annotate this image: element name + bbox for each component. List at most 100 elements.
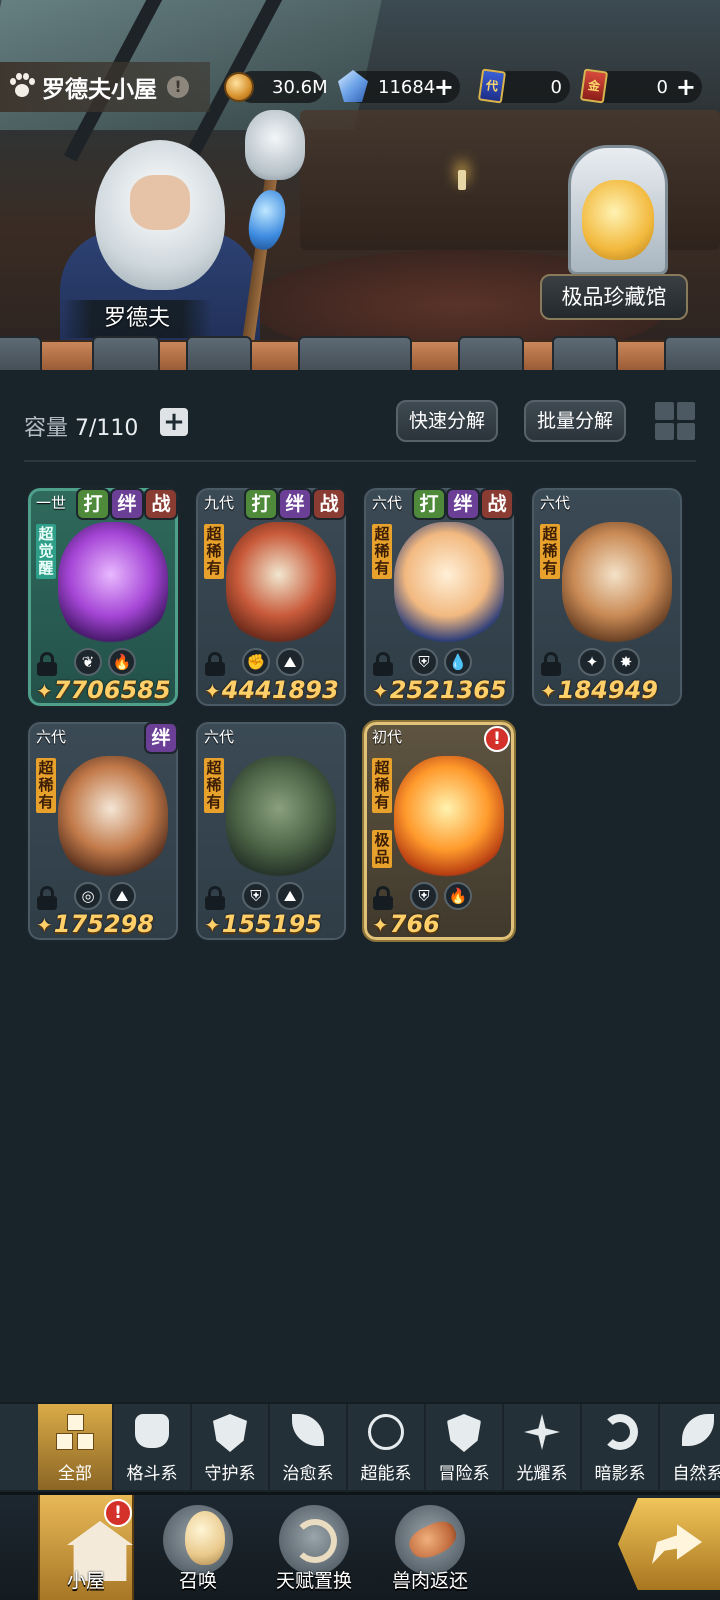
filter-fighting[interactable]: 格斗系 bbox=[114, 1404, 192, 1490]
plank-clamp bbox=[458, 336, 524, 370]
bottom-nav: ! 小屋 召唤 天赋置换 兽肉返还 bbox=[0, 1492, 720, 1600]
museum-button[interactable]: 极品珍藏馆 bbox=[540, 274, 688, 320]
pet-card[interactable]: 六代打绊战超稀有 ⛨ 💧 ✦2521365 bbox=[362, 486, 516, 708]
lock-icon[interactable] bbox=[204, 652, 226, 676]
pet-power: ✦175298 bbox=[36, 910, 154, 938]
filter-shadow[interactable]: 暗影系 bbox=[582, 1404, 660, 1490]
premium-badge: 极品 bbox=[372, 830, 392, 868]
filter-guardian[interactable]: 守护系 bbox=[192, 1404, 270, 1490]
pet-portrait bbox=[58, 522, 168, 647]
psychic-icon: ◎ bbox=[74, 882, 102, 910]
adventure-icon bbox=[445, 1414, 483, 1452]
plank-clamp bbox=[552, 336, 618, 370]
filter-adventure[interactable]: 冒险系 bbox=[426, 1404, 504, 1490]
paw-power-icon: ✦ bbox=[372, 913, 389, 937]
shield-icon bbox=[211, 1414, 249, 1452]
earth-icon: ⛰ bbox=[276, 648, 304, 676]
pet-power: ✦184949 bbox=[540, 676, 658, 704]
info-icon[interactable]: ! bbox=[167, 76, 189, 98]
paw-power-icon: ✦ bbox=[204, 913, 221, 937]
all-squares-icon bbox=[56, 1414, 94, 1452]
tag-bond: 绊 bbox=[278, 488, 312, 520]
plank-clamp bbox=[92, 336, 160, 370]
owl bbox=[245, 110, 305, 180]
pet-tags: 绊 bbox=[144, 722, 178, 754]
coin-value: 30.6M bbox=[272, 76, 328, 98]
nav-talent-swap[interactable]: 天赋置换 bbox=[266, 1495, 362, 1600]
filter-nature[interactable]: 自然系 bbox=[660, 1404, 720, 1490]
pet-card[interactable]: 初代超稀有极品 ⛨ 🔥 ✦766! bbox=[362, 720, 516, 942]
plank-clamp bbox=[298, 336, 412, 370]
plank-clamp bbox=[186, 336, 252, 370]
lock-icon[interactable] bbox=[372, 652, 394, 676]
pet-power: ✦155195 bbox=[204, 910, 322, 938]
alert-badge: ! bbox=[484, 726, 510, 752]
star-icon: ✸ bbox=[612, 648, 640, 676]
capacity-label: 容量 7/110 bbox=[24, 416, 139, 441]
pet-portrait bbox=[394, 756, 504, 881]
pet-tags: 打绊战 bbox=[76, 488, 178, 520]
quick-decompose-button[interactable]: 快速分解 bbox=[396, 400, 498, 442]
nature-icon bbox=[679, 1414, 717, 1452]
pet-tags: 打绊战 bbox=[244, 488, 346, 520]
lock-icon[interactable] bbox=[540, 652, 562, 676]
batch-decompose-button[interactable]: 批量分解 bbox=[524, 400, 626, 442]
crystal-add-button[interactable]: + bbox=[434, 71, 454, 103]
tag-fight: 打 bbox=[76, 488, 110, 520]
pet-generation: 六代 bbox=[204, 728, 235, 746]
nav-meat-return[interactable]: 兽肉返还 bbox=[382, 1495, 478, 1600]
fist-icon: ✊ bbox=[242, 648, 270, 676]
filter-light[interactable]: 光耀系 bbox=[504, 1404, 582, 1490]
plank-clamp bbox=[0, 336, 42, 370]
rarity-badge: 超稀有 bbox=[204, 524, 224, 579]
lock-icon[interactable] bbox=[36, 886, 58, 910]
sparkle-icon: ✦ bbox=[578, 648, 606, 676]
paw-power-icon: ✦ bbox=[372, 679, 389, 703]
pet-portrait bbox=[562, 522, 672, 647]
tag-war: 战 bbox=[144, 488, 178, 520]
red-card-add-button[interactable]: + bbox=[676, 71, 696, 103]
pet-generation: 初代 bbox=[372, 728, 403, 746]
tag-bond: 绊 bbox=[144, 722, 178, 754]
nav-hut[interactable]: ! 小屋 bbox=[38, 1495, 134, 1600]
pet-power: ✦7706585 bbox=[36, 676, 171, 704]
pet-card[interactable]: 九代打绊战超稀有 ✊ ⛰ ✦4441893 bbox=[194, 486, 348, 708]
red-card-icon: 金 bbox=[579, 68, 609, 104]
hut-alert-badge: ! bbox=[104, 1499, 132, 1527]
capacity-value: 7/110 bbox=[75, 416, 139, 441]
add-capacity-button[interactable]: + bbox=[160, 408, 188, 436]
room-title: 罗德夫小屋 bbox=[42, 77, 157, 103]
pet-card[interactable]: 六代超稀有 ⛨ ⛰ ✦155195 bbox=[194, 720, 348, 942]
red-card-value: 0 bbox=[656, 76, 668, 98]
leaf-icon: ❦ bbox=[74, 648, 102, 676]
lock-icon[interactable] bbox=[372, 886, 394, 910]
pet-generation: 六代 bbox=[540, 494, 571, 512]
egg-icon bbox=[163, 1505, 233, 1575]
plank-clamp bbox=[664, 336, 720, 370]
filter-all[interactable]: 全部 bbox=[38, 1404, 114, 1490]
grid-view-toggle[interactable] bbox=[655, 402, 695, 440]
shadow-icon bbox=[601, 1414, 639, 1452]
type-filter-bar: 全部 格斗系 守护系 治愈系 超能系 冒险系 光耀系 暗影系 自然系 bbox=[0, 1402, 720, 1490]
room-scene: 罗德夫 极品珍藏馆 bbox=[0, 0, 720, 370]
pet-card[interactable]: 六代 绊超稀有 ◎ ⛰ ✦175298 bbox=[26, 720, 180, 942]
npc-name-label: 罗德夫 bbox=[62, 300, 212, 338]
pet-generation: 六代 bbox=[36, 728, 67, 746]
room-title-box: 罗德夫小屋 ! bbox=[0, 62, 210, 112]
filter-psychic[interactable]: 超能系 bbox=[348, 1404, 426, 1490]
pet-portrait bbox=[58, 756, 168, 881]
lock-icon[interactable] bbox=[204, 886, 226, 910]
nav-summon[interactable]: 召唤 bbox=[150, 1495, 246, 1600]
pet-portrait bbox=[226, 756, 336, 881]
paw-power-icon: ✦ bbox=[540, 679, 557, 703]
golden-pet-statue bbox=[582, 180, 654, 260]
lock-icon[interactable] bbox=[36, 652, 58, 676]
leaf-icon bbox=[289, 1414, 327, 1452]
pet-card[interactable]: 六代超稀有 ✦ ✸ ✦184949 bbox=[530, 486, 684, 708]
pet-card[interactable]: 一世打绊战超觉醒 ❦ 🔥 ✦7706585 bbox=[26, 486, 180, 708]
tag-bond: 绊 bbox=[110, 488, 144, 520]
filter-healing[interactable]: 治愈系 bbox=[270, 1404, 348, 1490]
pet-generation: 一世 bbox=[36, 494, 67, 512]
tag-fight: 打 bbox=[412, 488, 446, 520]
blue-card-icon: 代 bbox=[477, 68, 507, 104]
